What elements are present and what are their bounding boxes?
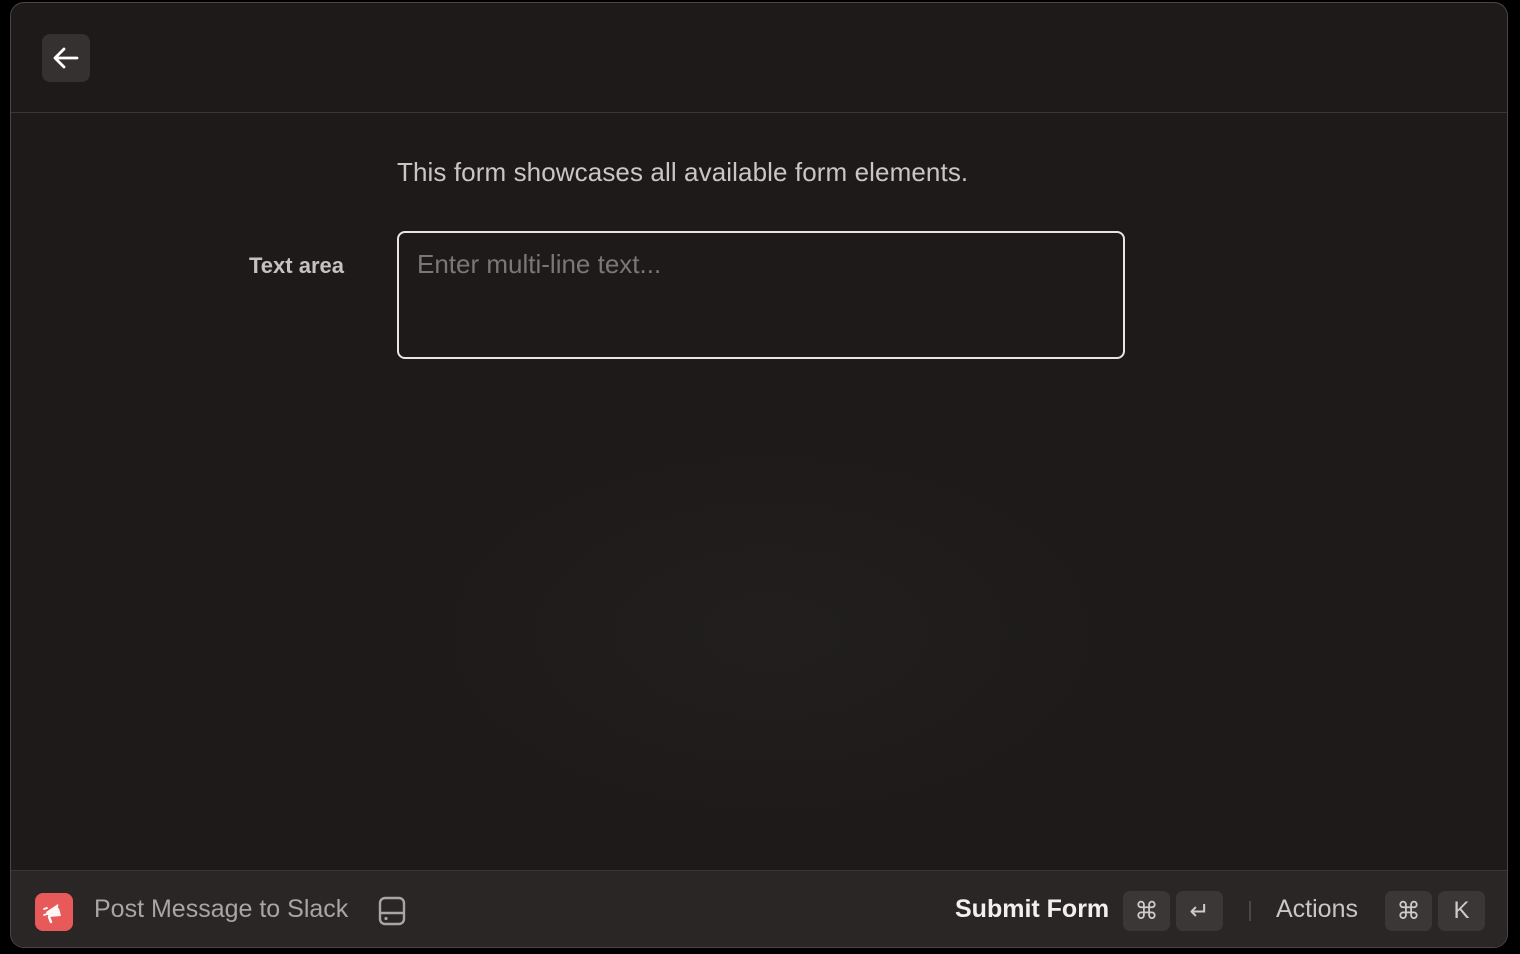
text-area-label: Text area: [249, 253, 344, 278]
action-bar: Post Message to Slack Submit Form ⌘ ↵ Ac…: [11, 870, 1507, 947]
actions-button[interactable]: Actions: [1276, 895, 1358, 924]
drive-icon: [377, 895, 407, 927]
text-area-input[interactable]: [397, 231, 1125, 359]
command-key-badge: ⌘: [1123, 891, 1170, 931]
raycast-window: This form showcases all available form e…: [10, 2, 1508, 948]
form-description: This form showcases all available form e…: [397, 157, 969, 187]
submit-form-button[interactable]: Submit Form: [955, 895, 1109, 924]
back-button[interactable]: [42, 34, 90, 82]
slack-megaphone-icon: [35, 893, 73, 931]
k-key-badge: K: [1438, 891, 1485, 931]
return-key-badge: ↵: [1176, 891, 1223, 931]
arrow-left-icon: [53, 47, 79, 69]
extension-name: Post Message to Slack: [94, 895, 349, 923]
header-bar: [11, 3, 1507, 113]
footer-separator: [1249, 901, 1251, 921]
command-key-badge: ⌘: [1385, 891, 1432, 931]
